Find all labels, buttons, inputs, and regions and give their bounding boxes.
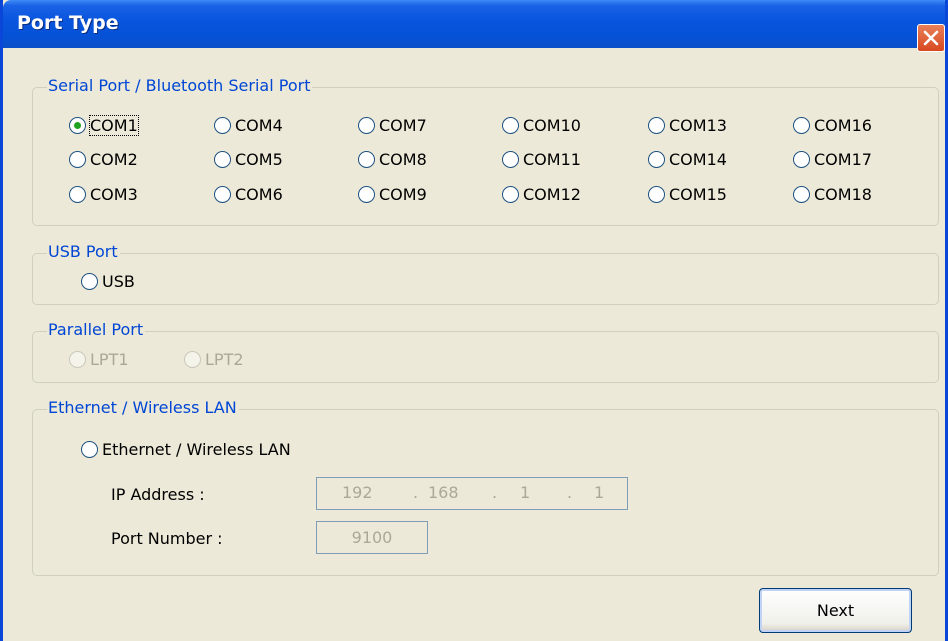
- radio-com3[interactable]: COM3: [69, 185, 138, 204]
- radio-com8[interactable]: COM8: [358, 150, 427, 169]
- radio-icon: [648, 117, 665, 134]
- radio-ethernet[interactable]: Ethernet / Wireless LAN: [81, 440, 291, 459]
- radio-icon: [214, 151, 231, 168]
- radio-com13[interactable]: COM13: [648, 116, 727, 135]
- ip-octet-1: 192: [342, 483, 373, 502]
- radio-icon: [358, 151, 375, 168]
- radio-icon: [648, 151, 665, 168]
- title-bar[interactable]: Port Type: [3, 0, 945, 52]
- ip-octet-4: 1: [594, 483, 605, 502]
- radio-icon: [793, 186, 810, 203]
- radio-icon: [214, 186, 231, 203]
- radio-com7[interactable]: COM7: [358, 116, 427, 135]
- radio-com9[interactable]: COM9: [358, 185, 427, 204]
- radio-com2[interactable]: COM2: [69, 150, 138, 169]
- radio-icon: [184, 351, 201, 368]
- close-button[interactable]: [917, 24, 945, 52]
- radio-icon: [358, 186, 375, 203]
- ip-dot: .: [492, 483, 498, 502]
- next-button[interactable]: Next: [759, 588, 912, 633]
- radio-com11[interactable]: COM11: [502, 150, 581, 169]
- usb-port-group: USB Port: [32, 242, 939, 305]
- radio-icon: [69, 186, 86, 203]
- port-number-label: Port Number :: [111, 529, 223, 548]
- radio-icon: [502, 117, 519, 134]
- radio-com14[interactable]: COM14: [648, 150, 727, 169]
- radio-com18[interactable]: COM18: [793, 185, 872, 204]
- port-number-input[interactable]: 9100: [316, 521, 428, 554]
- parallel-port-group: Parallel Port: [32, 320, 939, 383]
- ip-address-input[interactable]: 192 . 168 . 1 . 1: [316, 477, 628, 510]
- radio-usb[interactable]: USB: [81, 272, 135, 291]
- radio-icon: [793, 151, 810, 168]
- radio-icon: [648, 186, 665, 203]
- radio-com16[interactable]: COM16: [793, 116, 872, 135]
- radio-icon: [214, 117, 231, 134]
- ip-address-label: IP Address :: [111, 485, 205, 504]
- close-icon: [923, 30, 939, 46]
- radio-icon: [81, 273, 98, 290]
- radio-com6[interactable]: COM6: [214, 185, 283, 204]
- radio-icon: [793, 117, 810, 134]
- radio-checked-icon: [69, 117, 86, 134]
- ip-dot: .: [413, 483, 419, 502]
- radio-com5[interactable]: COM5: [214, 150, 283, 169]
- radio-icon: [502, 186, 519, 203]
- radio-icon: [69, 351, 86, 368]
- radio-com10[interactable]: COM10: [502, 116, 581, 135]
- ip-octet-2: 168: [428, 483, 459, 502]
- radio-com4[interactable]: COM4: [214, 116, 283, 135]
- radio-com17[interactable]: COM17: [793, 150, 872, 169]
- ethernet-legend: Ethernet / Wireless LAN: [47, 398, 239, 418]
- radio-com15[interactable]: COM15: [648, 185, 727, 204]
- radio-com1[interactable]: COM1: [69, 115, 139, 136]
- radio-icon: [502, 151, 519, 168]
- radio-com12[interactable]: COM12: [502, 185, 581, 204]
- radio-icon: [358, 117, 375, 134]
- serial-port-legend: Serial Port / Bluetooth Serial Port: [47, 76, 313, 96]
- ip-octet-3: 1: [520, 483, 531, 502]
- parallel-port-legend: Parallel Port: [47, 320, 146, 340]
- port-type-dialog: Port Type Serial Port / Bluetooth Serial…: [0, 0, 948, 641]
- radio-lpt1[interactable]: LPT1: [69, 350, 129, 369]
- usb-port-legend: USB Port: [47, 242, 120, 262]
- window-title: Port Type: [17, 12, 119, 34]
- radio-icon: [81, 441, 98, 458]
- ip-dot: .: [567, 483, 573, 502]
- radio-icon: [69, 151, 86, 168]
- radio-lpt2[interactable]: LPT2: [184, 350, 244, 369]
